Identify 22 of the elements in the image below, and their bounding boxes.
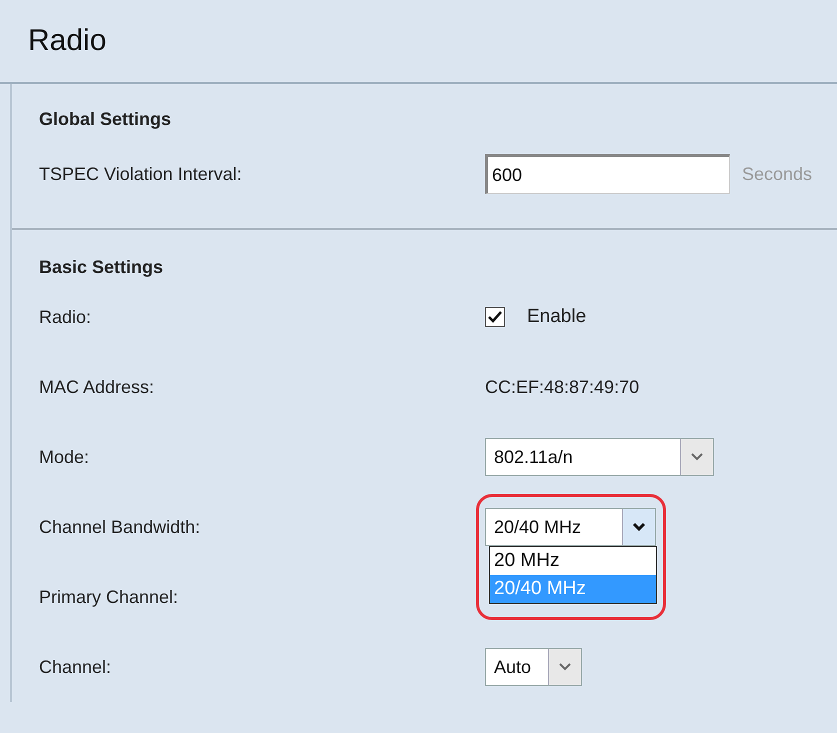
- checkmark-icon: [488, 311, 502, 323]
- field-label: MAC Address:: [39, 376, 156, 398]
- field-value: CC:EF:48:87:49:70: [485, 376, 640, 398]
- field-label: Channel:: [39, 656, 112, 678]
- page-title: Radio: [28, 24, 106, 58]
- field-label: Primary Channel:: [39, 586, 180, 608]
- field-label: Radio:: [39, 306, 92, 328]
- dropdown-select[interactable]: 802.11a/n: [485, 438, 714, 476]
- section-title: Global Settings: [39, 108, 172, 131]
- section-title: Basic Settings: [39, 256, 164, 279]
- input-field[interactable]: 600: [485, 154, 730, 194]
- dropdown-select[interactable]: 20/40 MHz: [485, 508, 656, 546]
- field-label: Mode:: [39, 446, 90, 468]
- chevron-down-icon: [690, 452, 704, 462]
- field-label: TSPEC Violation Interval:: [39, 164, 243, 184]
- checkbox-label: Enable: [527, 306, 586, 328]
- field-label: Channel Bandwidth:: [39, 516, 202, 538]
- chevron-down-icon: [632, 522, 646, 532]
- chevron-down-icon: [558, 662, 572, 672]
- checkbox[interactable]: [485, 307, 505, 327]
- unit-label: Seconds: [742, 164, 812, 184]
- dropdown-select[interactable]: Auto: [485, 648, 582, 686]
